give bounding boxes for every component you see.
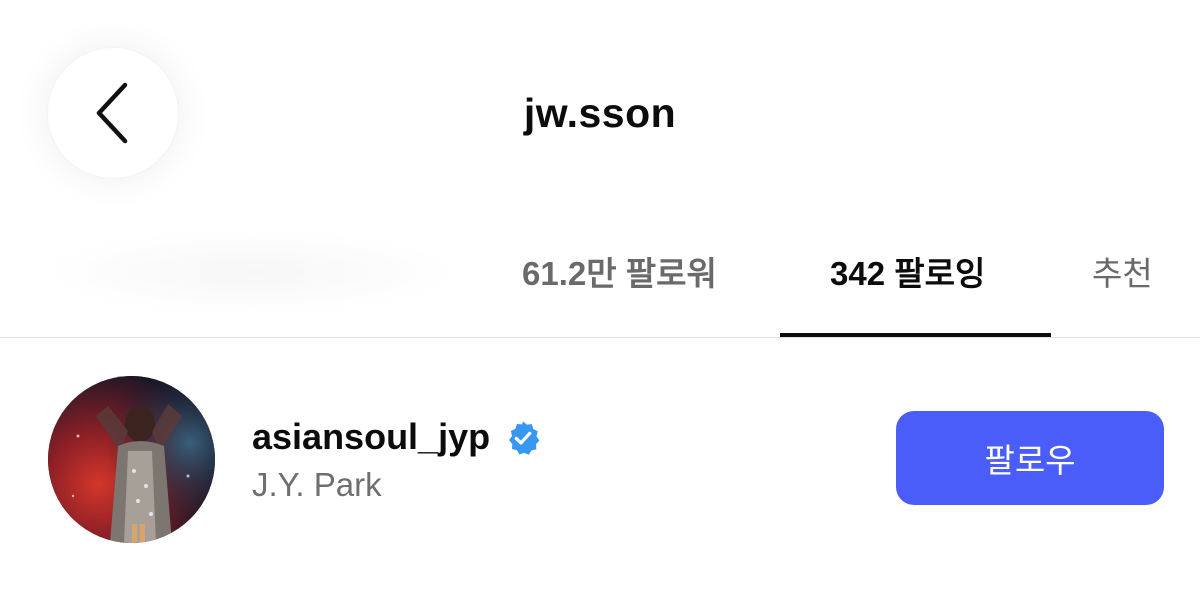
following-screen: jw.sson 61.2만 팔로워 342 팔로잉 추천 asiansoul_j… [0,0,1200,602]
page-title: jw.sson [523,90,677,136]
tab-suggested[interactable]: 추천 [1092,252,1153,296]
follow-button[interactable]: 팔로우 [896,411,1164,505]
list-item[interactable]: asiansoul_jyp J.Y. Park 팔로우 [0,360,1200,560]
list-item-username[interactable]: asiansoul_jyp [252,415,490,459]
list-item-fullname: J.Y. Park [252,466,382,503]
tab-following[interactable]: 342 팔로잉 [830,252,985,296]
tab-followers[interactable]: 61.2만 팔로워 [522,252,717,296]
tab-divider [0,337,1200,338]
avatar-image [48,376,215,543]
blurred-region [40,232,460,312]
verified-badge-icon [509,421,540,455]
avatar[interactable] [48,376,215,543]
